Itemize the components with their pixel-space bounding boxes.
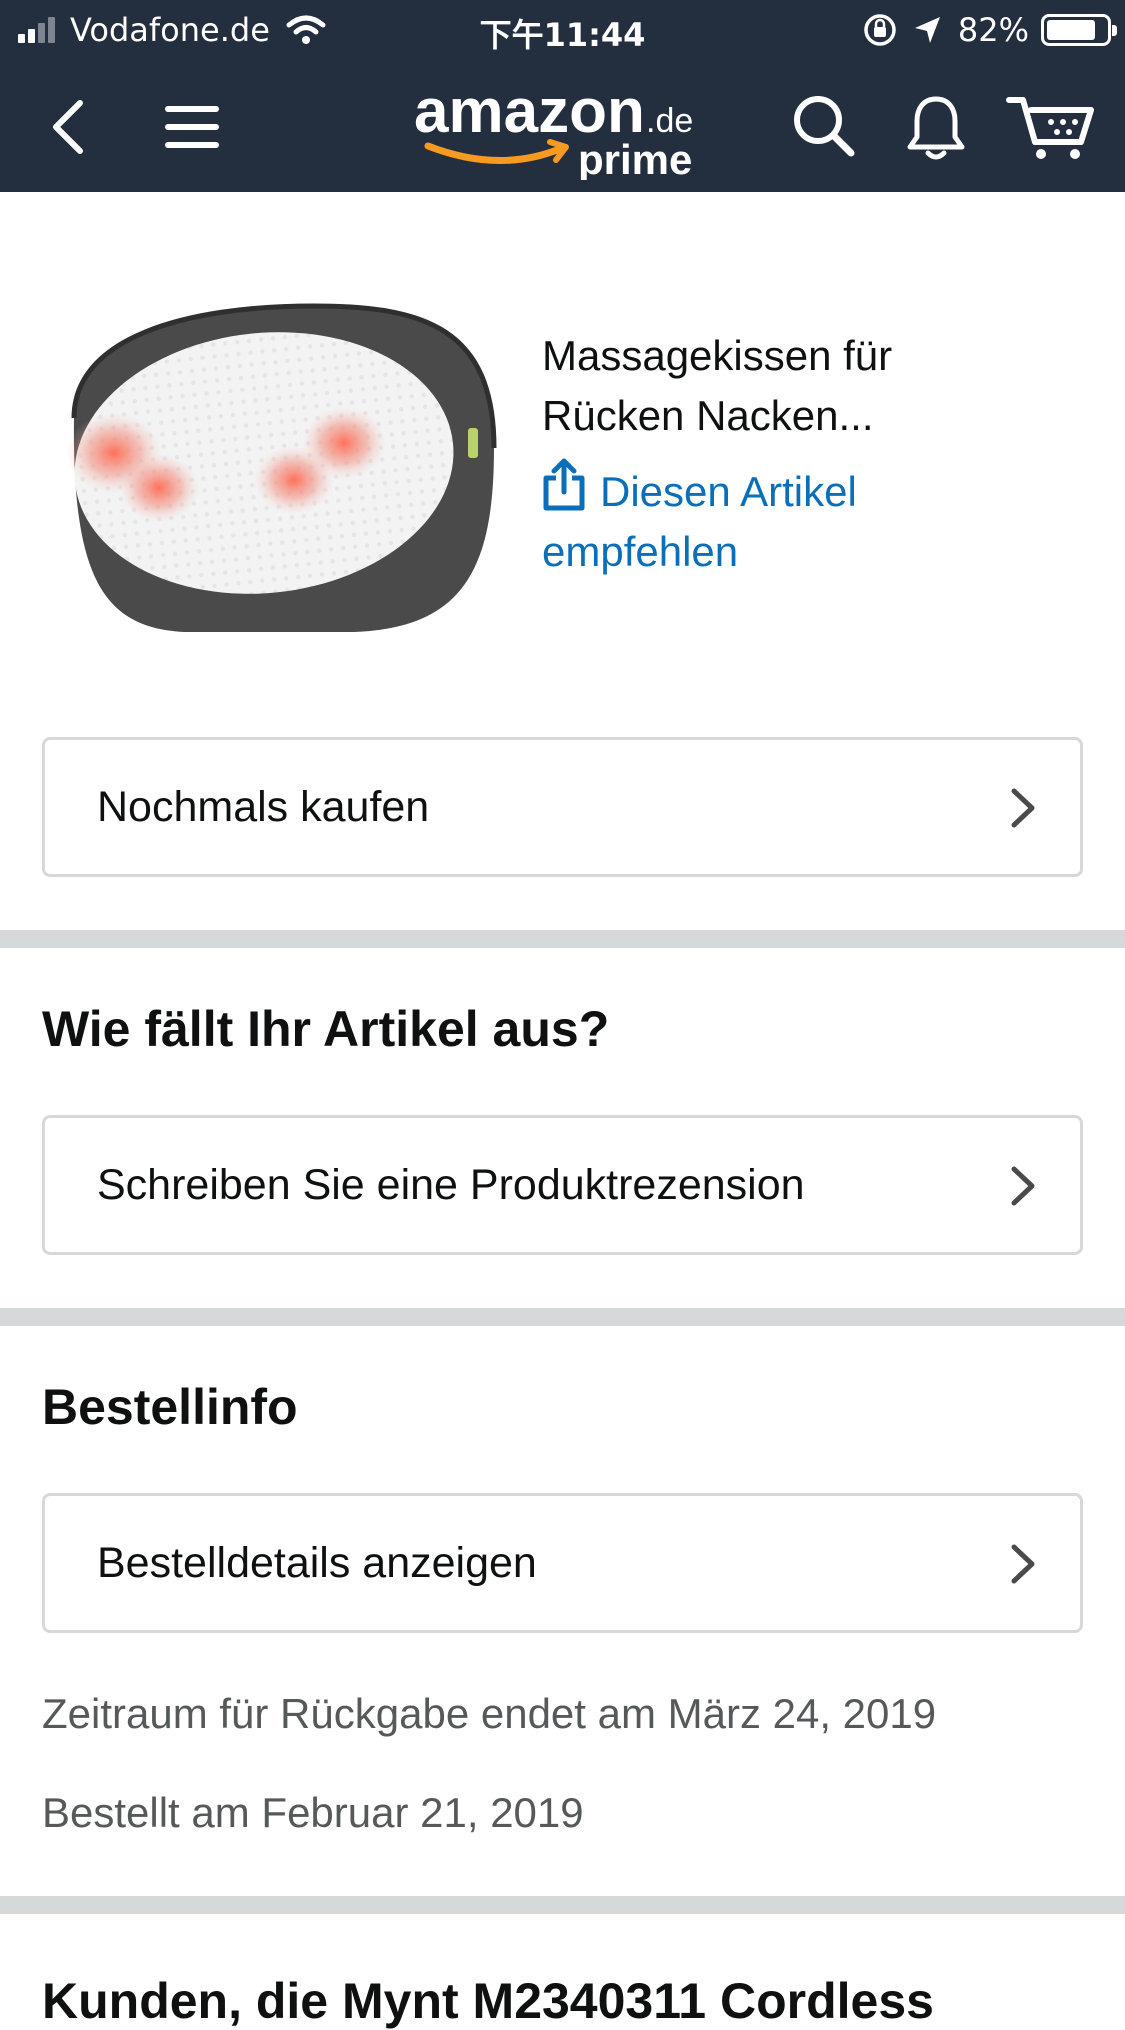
- back-button[interactable]: [36, 92, 100, 162]
- product-title[interactable]: Massagekissen für Rücken Nacken...: [542, 326, 1062, 446]
- back-icon: [53, 100, 83, 154]
- battery-icon: [1041, 14, 1117, 46]
- status-bar: Vodafone.de 下午11:44 82%: [0, 0, 1125, 62]
- nav-bar: amazon .de prime: [0, 62, 1125, 192]
- notifications-button[interactable]: [898, 88, 974, 168]
- write-review-button[interactable]: Schreiben Sie eine Produktrezension: [42, 1115, 1083, 1255]
- section-divider: [0, 930, 1125, 948]
- share-item-link[interactable]: Diesen Artikel empfehlen: [542, 458, 1062, 582]
- product-title-line-2: Rücken Nacken...: [542, 392, 874, 439]
- logo-suffix: .de: [646, 102, 693, 140]
- chevron-right-icon: [1011, 788, 1035, 828]
- buy-again-label: Nochmals kaufen: [97, 783, 430, 831]
- search-button[interactable]: [786, 88, 862, 164]
- review-section-title: Wie fällt Ihr Artikel aus?: [42, 1001, 610, 1057]
- related-products-title: Kunden, die Mynt M2340311 Cordless: [42, 1973, 934, 2029]
- order-details-button[interactable]: Bestelldetails anzeigen: [42, 1493, 1083, 1633]
- battery-percent: 82%: [957, 11, 1029, 49]
- buy-again-button[interactable]: Nochmals kaufen: [42, 737, 1083, 877]
- order-date-text: Bestellt am Februar 21, 2019: [42, 1789, 584, 1836]
- cart-icon: [1006, 97, 1094, 159]
- logo-sub: prime: [578, 136, 692, 180]
- order-details-label: Bestelldetails anzeigen: [97, 1539, 537, 1587]
- location-icon: [914, 17, 940, 43]
- share-label-line-1: Diesen Artikel: [600, 468, 857, 515]
- chevron-right-icon: [1011, 1544, 1035, 1584]
- return-window-text: Zeitraum für Rückgabe endet am März 24, …: [42, 1690, 937, 1737]
- order-info-title: Bestellinfo: [42, 1379, 298, 1435]
- product-image[interactable]: [64, 298, 504, 638]
- product-title-line-1: Massagekissen für: [542, 332, 893, 379]
- search-icon: [794, 96, 855, 157]
- rotation-lock-icon: [864, 14, 896, 46]
- section-divider: [0, 1896, 1125, 1914]
- logo-smile: [424, 142, 566, 164]
- cart-button[interactable]: [1002, 86, 1098, 166]
- bell-icon: [907, 96, 965, 160]
- menu-icon: [165, 106, 219, 148]
- section-divider: [0, 1308, 1125, 1326]
- chevron-right-icon: [1011, 1166, 1035, 1206]
- write-review-label: Schreiben Sie eine Produktrezension: [97, 1161, 805, 1209]
- status-right: 82%: [862, 8, 1117, 52]
- share-icon: [543, 458, 585, 511]
- amazon-prime-logo[interactable]: amazon .de prime: [410, 70, 720, 180]
- battery-fill: [1047, 20, 1095, 40]
- share-label-line-2: empfehlen: [542, 528, 739, 575]
- menu-button[interactable]: [158, 92, 226, 162]
